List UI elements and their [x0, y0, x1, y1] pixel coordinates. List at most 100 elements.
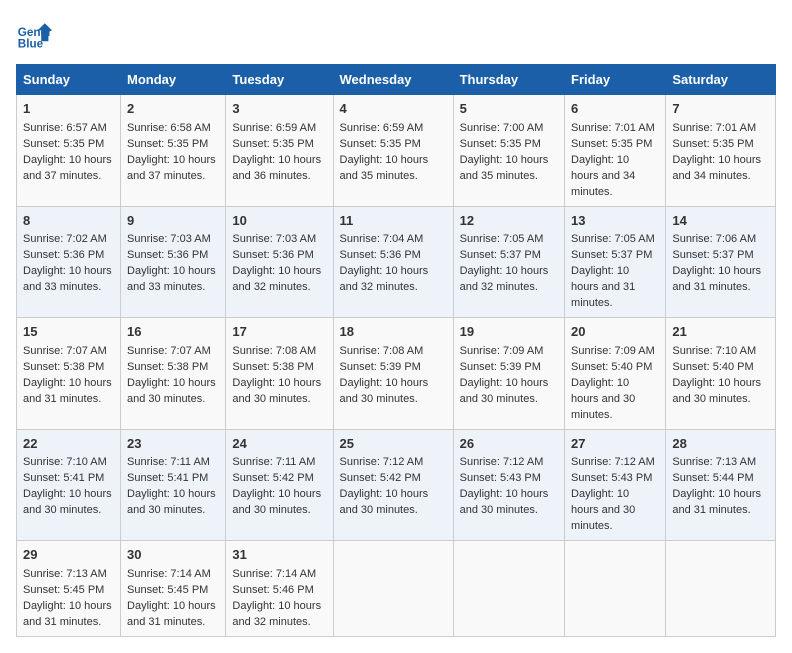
- sunset-label: Sunset: 5:37 PM: [460, 249, 541, 261]
- day-number: 8: [23, 212, 114, 231]
- sunrise-label: Sunrise: 7:01 AM: [571, 122, 655, 134]
- day-number: 15: [23, 323, 114, 342]
- sunrise-label: Sunrise: 7:07 AM: [127, 345, 211, 357]
- day-number: 27: [571, 435, 659, 454]
- sunrise-label: Sunrise: 7:09 AM: [460, 345, 544, 357]
- day-number: 31: [232, 546, 326, 565]
- daylight-label: Daylight: 10 hours and 30 minutes.: [127, 377, 216, 405]
- day-cell: 30Sunrise: 7:14 AMSunset: 5:45 PMDayligh…: [121, 541, 226, 637]
- daylight-label: Daylight: 10 hours and 32 minutes.: [232, 265, 321, 293]
- logo: General Blue: [16, 16, 52, 52]
- sunset-label: Sunset: 5:46 PM: [232, 584, 313, 596]
- sunrise-label: Sunrise: 7:08 AM: [232, 345, 316, 357]
- daylight-label: Daylight: 10 hours and 30 minutes.: [571, 377, 635, 421]
- day-number: 9: [127, 212, 219, 231]
- sunrise-label: Sunrise: 7:14 AM: [232, 568, 316, 580]
- sunset-label: Sunset: 5:42 PM: [232, 472, 313, 484]
- day-number: 20: [571, 323, 659, 342]
- sunrise-label: Sunrise: 6:59 AM: [232, 122, 316, 134]
- sunset-label: Sunset: 5:39 PM: [340, 361, 421, 373]
- sunset-label: Sunset: 5:40 PM: [672, 361, 753, 373]
- day-cell: 2Sunrise: 6:58 AMSunset: 5:35 PMDaylight…: [121, 95, 226, 207]
- day-cell: 20 Sunrise: 7:09 AM Sunset: 5:40 PM Dayligh…: [565, 318, 666, 430]
- day-number: 22: [23, 435, 114, 454]
- sunset-label: Sunset: 5:37 PM: [672, 249, 753, 261]
- sunrise-label: Sunrise: 7:00 AM: [460, 122, 544, 134]
- daylight-label: Daylight: 10 hours and 30 minutes.: [460, 488, 549, 516]
- day-cell: 29Sunrise: 7:13 AMSunset: 5:45 PMDayligh…: [17, 541, 121, 637]
- day-cell: 13Sunrise: 7:05 AMSunset: 5:37 PMDayligh…: [565, 206, 666, 318]
- sunset-label: Sunset: 5:35 PM: [232, 138, 313, 150]
- daylight-label: Daylight: 10 hours and 30 minutes.: [460, 377, 549, 405]
- daylight-label: Daylight: 10 hours and 30 minutes.: [340, 488, 429, 516]
- day-cell: 15Sunrise: 7:07 AMSunset: 5:38 PMDayligh…: [17, 318, 121, 430]
- sunrise-label: Sunrise: 7:09 AM: [571, 345, 655, 357]
- sunrise-label: Sunrise: 7:05 AM: [460, 233, 544, 245]
- day-number: 29: [23, 546, 114, 565]
- sunrise-label: Sunrise: 7:01 AM: [672, 122, 756, 134]
- day-number: 16: [127, 323, 219, 342]
- week-row-2: 8Sunrise: 7:02 AMSunset: 5:36 PMDaylight…: [17, 206, 776, 318]
- daylight-label: Daylight: 10 hours and 30 minutes.: [232, 488, 321, 516]
- sunset-label: Sunset: 5:35 PM: [340, 138, 421, 150]
- daylight-label: Daylight: 10 hours and 31 minutes.: [672, 488, 761, 516]
- logo-icon: General Blue: [16, 16, 52, 52]
- daylight-label: Daylight: 10 hours and 35 minutes.: [340, 154, 429, 182]
- day-cell: 11Sunrise: 7:04 AMSunset: 5:36 PMDayligh…: [333, 206, 453, 318]
- day-cell: 16 Sunrise: 7:07 AM Sunset: 5:38 PM Dayligh…: [121, 318, 226, 430]
- daylight-label: Daylight: 10 hours and 37 minutes.: [127, 154, 216, 182]
- day-cell: 14Sunrise: 7:06 AMSunset: 5:37 PMDayligh…: [666, 206, 776, 318]
- day-cell: 3 Sunrise: 6:59 AM Sunset: 5:35 PM Daylight…: [226, 95, 333, 207]
- day-cell: 19Sunrise: 7:09 AMSunset: 5:39 PMDayligh…: [453, 318, 564, 430]
- daylight-label: Daylight: 10 hours and 33 minutes.: [23, 265, 112, 293]
- day-number: 3: [232, 100, 326, 119]
- day-cell: 7Sunrise: 7:01 AMSunset: 5:35 PMDaylight…: [666, 95, 776, 207]
- day-number: 5: [460, 100, 558, 119]
- sunset-label: Sunset: 5:42 PM: [340, 472, 421, 484]
- sunrise-label: Sunrise: 7:04 AM: [340, 233, 424, 245]
- sunrise-label: Sunrise: 7:13 AM: [672, 456, 756, 468]
- day-number: 10: [232, 212, 326, 231]
- sunset-label: Sunset: 5:41 PM: [23, 472, 104, 484]
- day-cell: 5Sunrise: 7:00 AMSunset: 5:35 PMDaylight…: [453, 95, 564, 207]
- day-number: 24: [232, 435, 326, 454]
- sunrise-label: Sunrise: 7:13 AM: [23, 568, 107, 580]
- day-number: 1: [23, 100, 114, 119]
- sunset-label: Sunset: 5:35 PM: [460, 138, 541, 150]
- sunset-label: Sunset: 5:38 PM: [127, 361, 208, 373]
- day-cell: 22 Sunrise: 7:10 AM Sunset: 5:41 PM Dayligh…: [17, 429, 121, 541]
- column-header-sunday: Sunday: [17, 65, 121, 95]
- day-cell: 18Sunrise: 7:08 AMSunset: 5:39 PMDayligh…: [333, 318, 453, 430]
- day-number: 6: [571, 100, 659, 119]
- day-number: 28: [672, 435, 769, 454]
- day-cell: 31 Sunrise: 7:14 AM Sunset: 5:46 PM Dayligh…: [226, 541, 333, 637]
- daylight-label: Daylight: 10 hours and 36 minutes.: [232, 154, 321, 182]
- daylight-label: Daylight: 10 hours and 31 minutes.: [23, 600, 112, 628]
- calendar-table: SundayMondayTuesdayWednesdayThursdayFrid…: [16, 64, 776, 637]
- day-number: 14: [672, 212, 769, 231]
- sunset-label: Sunset: 5:41 PM: [127, 472, 208, 484]
- svg-text:Blue: Blue: [18, 38, 44, 51]
- daylight-label: Daylight: 10 hours and 37 minutes.: [23, 154, 112, 182]
- day-number: 19: [460, 323, 558, 342]
- day-number: 7: [672, 100, 769, 119]
- sunrise-label: Sunrise: 7:03 AM: [127, 233, 211, 245]
- sunset-label: Sunset: 5:43 PM: [571, 472, 652, 484]
- sunrise-label: Sunrise: 7:07 AM: [23, 345, 107, 357]
- sunrise-label: Sunrise: 7:12 AM: [340, 456, 424, 468]
- sunrise-label: Sunrise: 7:05 AM: [571, 233, 655, 245]
- sunset-label: Sunset: 5:40 PM: [571, 361, 652, 373]
- sunrise-label: Sunrise: 7:11 AM: [232, 456, 315, 468]
- daylight-label: Daylight: 10 hours and 30 minutes.: [23, 488, 112, 516]
- column-header-friday: Friday: [565, 65, 666, 95]
- daylight-label: Daylight: 10 hours and 32 minutes.: [232, 600, 321, 628]
- daylight-label: Daylight: 10 hours and 34 minutes.: [571, 154, 635, 198]
- sunrise-label: Sunrise: 7:10 AM: [23, 456, 107, 468]
- daylight-label: Daylight: 10 hours and 34 minutes.: [672, 154, 761, 182]
- day-cell: 28Sunrise: 7:13 AMSunset: 5:44 PMDayligh…: [666, 429, 776, 541]
- day-cell: [565, 541, 666, 637]
- sunrise-label: Sunrise: 7:08 AM: [340, 345, 424, 357]
- day-cell: 1Sunrise: 6:57 AMSunset: 5:35 PMDaylight…: [17, 95, 121, 207]
- daylight-label: Daylight: 10 hours and 32 minutes.: [340, 265, 429, 293]
- day-number: 26: [460, 435, 558, 454]
